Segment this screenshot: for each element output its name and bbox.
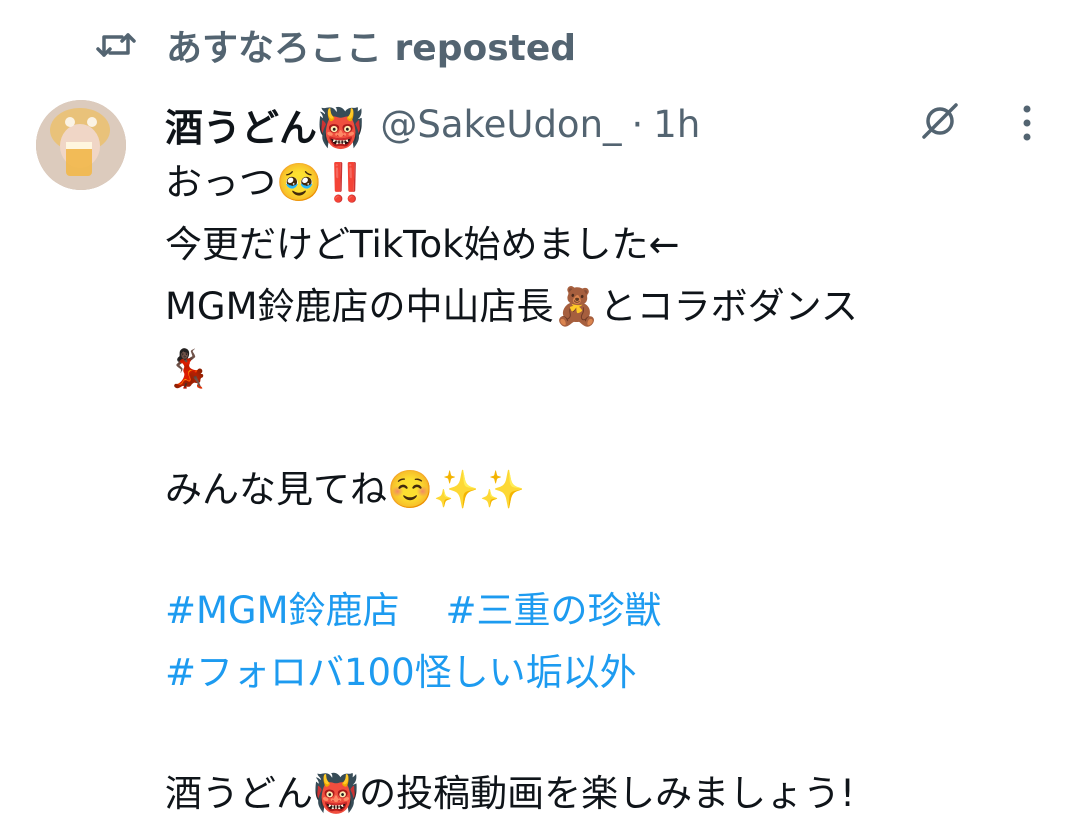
timestamp[interactable]: 1h bbox=[653, 103, 700, 146]
grok-icon bbox=[918, 99, 962, 147]
hashtag-line: #MGM鈴鹿店 #三重の珍獣 bbox=[165, 580, 1055, 642]
hashtag-link[interactable]: #MGM鈴鹿店 bbox=[165, 589, 400, 632]
hashtag-link[interactable]: #三重の珍獣 bbox=[446, 589, 662, 632]
tweet-text: おっつ🥹‼️ 今更だけどTikTok始めました← MGM鈴鹿店の中山店長🧸とコラ… bbox=[165, 152, 1055, 825]
display-name[interactable]: 酒うどん👹 bbox=[165, 97, 364, 152]
tweet-header: 酒うどん👹 @SakeUdon_ · 1h bbox=[165, 94, 700, 154]
tweet-line: みんな見てね☺️✨✨ bbox=[165, 468, 526, 511]
user-handle[interactable]: @SakeUdon_ bbox=[380, 103, 621, 146]
tweet-line: MGM鈴鹿店の中山店長🧸とコラボダンス bbox=[165, 285, 858, 328]
separator-dot: · bbox=[631, 102, 644, 146]
tweet-card[interactable]: あすなろここ reposted 酒うどん👹 @SakeUdon_ · 1h おっ… bbox=[0, 0, 1080, 836]
grok-button[interactable] bbox=[915, 98, 965, 148]
repost-icon bbox=[96, 25, 136, 65]
tweet-line: 今更だけどTikTok始めました← bbox=[165, 223, 680, 266]
more-vertical-icon bbox=[1021, 103, 1033, 147]
tweet-line: 酒うどん👹の投稿動画を楽しみましょう! bbox=[165, 772, 855, 815]
repost-indicator[interactable]: あすなろここ reposted bbox=[96, 20, 576, 70]
hashtag-link[interactable]: #フォロバ100怪しい垢以外 bbox=[165, 651, 637, 694]
more-options-button[interactable] bbox=[1005, 100, 1049, 150]
repost-label: あすなろここ reposted bbox=[166, 28, 577, 69]
tweet-line: おっつ🥹‼️ bbox=[165, 161, 369, 204]
hashtag-line: #フォロバ100怪しい垢以外 bbox=[165, 642, 1055, 704]
tweet-line: 💃🏿 bbox=[165, 347, 212, 390]
avatar[interactable] bbox=[36, 100, 126, 190]
